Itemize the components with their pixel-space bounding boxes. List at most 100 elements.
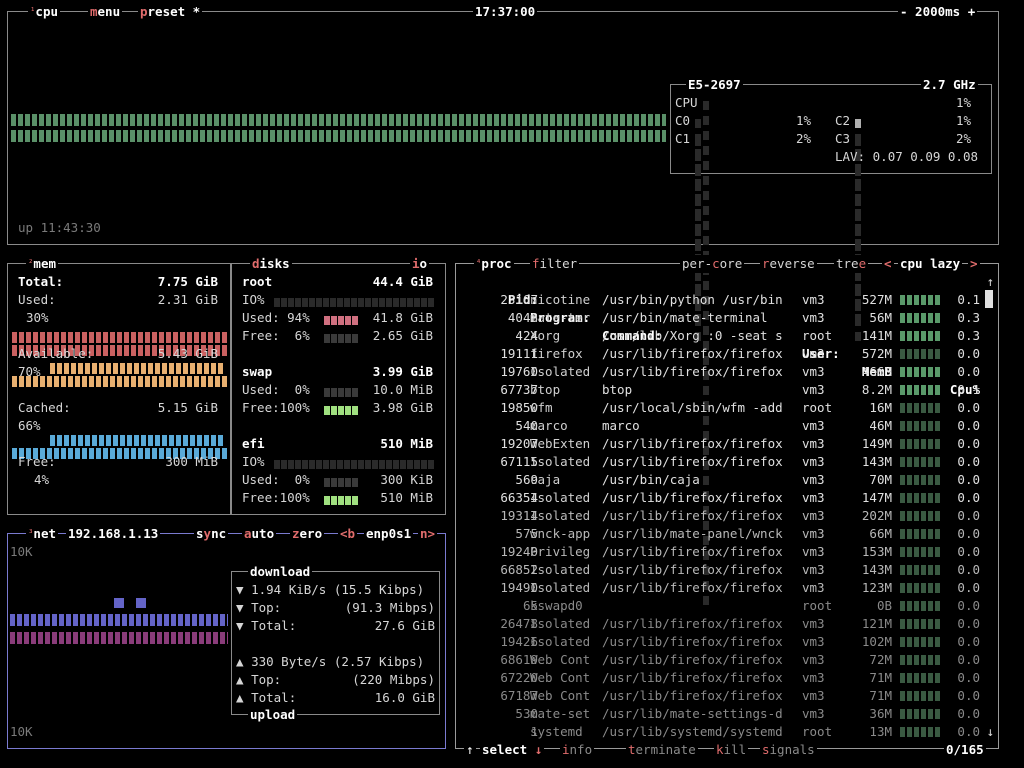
terminate-button[interactable]: terminate <box>626 741 698 759</box>
process-mem: 466M <box>861 364 892 379</box>
zero-toggle[interactable]: zero <box>290 525 325 543</box>
process-row[interactable]: 540 marco marco vm3 46M 0.0 <box>456 417 998 435</box>
process-command: /usr/lib/firefox/firefox <box>602 346 783 361</box>
process-row[interactable]: 26478 Isolated/usr/lib/firefox/firefox vm3… <box>456 615 998 633</box>
scroll-up-icon[interactable]: ↑ <box>986 273 994 291</box>
reverse-toggle[interactable]: reverse <box>760 255 817 273</box>
sync-toggle[interactable]: sync <box>194 525 229 543</box>
process-row[interactable]: 19490 Isolated/usr/lib/firefox/firefox vm3… <box>456 579 998 597</box>
process-row[interactable]: 67737 btop btop vm3 8.2M 0.1 <box>456 381 998 399</box>
process-mem: 66M <box>869 526 892 541</box>
process-mem: 0B <box>876 598 892 613</box>
process-row[interactable]: 19111 firefox/usr/lib/firefox/firefox vm3 5… <box>456 345 998 363</box>
process-pid: 4048 <box>507 310 538 325</box>
cpu-row-meter <box>703 98 710 605</box>
prev-interface-button[interactable]: <b <box>338 525 358 543</box>
kill-button[interactable]: kill <box>714 741 749 759</box>
scroll-down-icon[interactable]: ↓ <box>986 723 994 741</box>
process-row[interactable]: 67187 Web Cont/usr/lib/firefox/firefox vm3… <box>456 687 998 705</box>
preset-tab[interactable]: preset * <box>138 3 203 21</box>
process-row[interactable]: 530 mate-set/usr/lib/mate-settings-d vm3 36… <box>456 705 998 723</box>
process-row[interactable]: 68619 Web Cont/usr/lib/firefox/firefox vm3… <box>456 651 998 669</box>
tree-toggle[interactable]: tree <box>834 255 869 273</box>
process-command: /usr/lib/firefox/firefox <box>602 688 783 703</box>
menu-tab[interactable]: menu <box>88 3 123 21</box>
process-pid: 66354 <box>500 490 538 505</box>
cpu-tab[interactable]: ¹cpu <box>28 3 60 21</box>
process-pid: 19111 <box>500 346 538 361</box>
process-cpu-graph <box>900 691 940 701</box>
process-program: Privileg <box>530 544 591 559</box>
process-row[interactable]: 569 caja/usr/bin/caja vm3 70M 0.0 <box>456 471 998 489</box>
cpu-name: E5-2697 <box>686 76 743 94</box>
process-mem: 16M <box>869 400 892 415</box>
disks-box: disks io root 44.4 GiB IO% Used: 94% 41.8 Gi… <box>231 255 446 515</box>
auto-toggle[interactable]: auto <box>242 525 277 543</box>
process-pid: 19760 <box>500 364 538 379</box>
cpu-row-value: 2% <box>955 131 971 146</box>
scrollbar[interactable] <box>985 290 993 308</box>
process-user: vm3 <box>802 346 825 361</box>
process-row[interactable]: 66354 Isolated/usr/lib/firefox/firefox vm3… <box>456 489 998 507</box>
process-user: root <box>802 598 833 613</box>
process-program: nicotine <box>530 292 591 307</box>
mem-used-pct: 30% <box>26 310 49 325</box>
process-cpu-graph <box>900 709 940 719</box>
proc-title[interactable]: ⁴proc <box>474 255 514 273</box>
process-program: Isolated <box>530 490 591 505</box>
sort-next-button[interactable]: > <box>968 255 980 273</box>
per-core-toggle[interactable]: per-core <box>680 255 745 273</box>
process-row[interactable]: 67115 Isolated/usr/lib/firefox/firefox vm3… <box>456 453 998 471</box>
select-up-icon[interactable]: ↑ <box>464 741 476 759</box>
sort-prev-button[interactable]: < <box>882 255 894 273</box>
process-row[interactable]: 4048 mate-ter/usr/bin/mate-terminal vm3 56M… <box>456 309 998 327</box>
mem-title[interactable]: ²mem <box>26 255 58 273</box>
process-cpu-graph <box>900 655 940 665</box>
process-cpu: 0.0 <box>957 706 980 721</box>
info-button[interactable]: info <box>560 741 595 759</box>
process-row[interactable]: 67220 Web Cont/usr/lib/firefox/firefox vm3… <box>456 669 998 687</box>
process-pid: 67187 <box>500 688 538 703</box>
process-mem: 72M <box>869 652 892 667</box>
process-row[interactable]: 1 systemd/usr/lib/systemd/systemd root 13M 0… <box>456 723 998 741</box>
io-tab[interactable]: io <box>410 255 430 273</box>
refresh-rate-control[interactable]: - 2000ms + <box>898 3 978 21</box>
disk-free-value: 3.98 GiB <box>372 400 433 415</box>
process-program: Isolated <box>530 580 591 595</box>
cpu-row-label: C0 <box>675 113 691 128</box>
process-user: vm3 <box>802 490 825 505</box>
process-cpu: 0.0 <box>957 688 980 703</box>
process-row[interactable]: 19314 Isolated/usr/lib/firefox/firefox vm3… <box>456 507 998 525</box>
disks-title[interactable]: disks <box>250 255 292 273</box>
process-program: Isolated <box>530 508 591 523</box>
process-pid: 1 <box>530 724 538 739</box>
process-program: WebExten <box>530 436 591 451</box>
next-interface-button[interactable]: n> <box>418 525 438 543</box>
process-mem: 143M <box>861 562 892 577</box>
process-program: Isolated <box>530 364 591 379</box>
process-program: mate-set <box>530 706 591 721</box>
process-row[interactable]: 19850 wfm/usr/local/sbin/wfm -add root 16M 0… <box>456 399 998 417</box>
process-row[interactable]: 65 kswapd0 root 0B 0.0 <box>456 597 998 615</box>
process-row[interactable]: 424 Xorg/usr/lib/Xorg :0 -seat s root 141M 0… <box>456 327 998 345</box>
disk-used-meter <box>324 313 359 325</box>
process-row[interactable]: 575 wnck-app/usr/lib/mate-panel/wnck vm3 66… <box>456 525 998 543</box>
process-row[interactable]: 19426 Isolated/usr/lib/firefox/firefox vm3… <box>456 633 998 651</box>
net-title[interactable]: ³net <box>26 525 58 543</box>
sort-field[interactable]: cpu lazy <box>898 255 963 273</box>
process-command: btop <box>602 382 633 397</box>
process-row[interactable]: 19240 Privileg/usr/lib/firefox/firefox vm3… <box>456 543 998 561</box>
filter-button[interactable]: filter <box>530 255 580 273</box>
process-row[interactable]: 19207 WebExten/usr/lib/firefox/firefox vm3… <box>456 435 998 453</box>
process-cpu: 0.0 <box>957 418 980 433</box>
select-button[interactable]: select ↓ <box>480 741 545 759</box>
process-pid: 569 <box>515 472 538 487</box>
process-row[interactable]: 19760 Isolated/usr/lib/firefox/firefox vm3… <box>456 363 998 381</box>
download-total: ▼ Total: <box>236 618 297 633</box>
signals-button[interactable]: signals <box>760 741 817 759</box>
process-row[interactable]: 66852 Isolated/usr/lib/firefox/firefox vm3… <box>456 561 998 579</box>
process-cpu-graph <box>900 619 940 629</box>
process-user: vm3 <box>802 436 825 451</box>
download-top-value: (91.3 Mibps) <box>344 600 435 615</box>
process-row[interactable]: 23167 nicotine/usr/bin/python /usr/bin vm3… <box>456 291 998 309</box>
